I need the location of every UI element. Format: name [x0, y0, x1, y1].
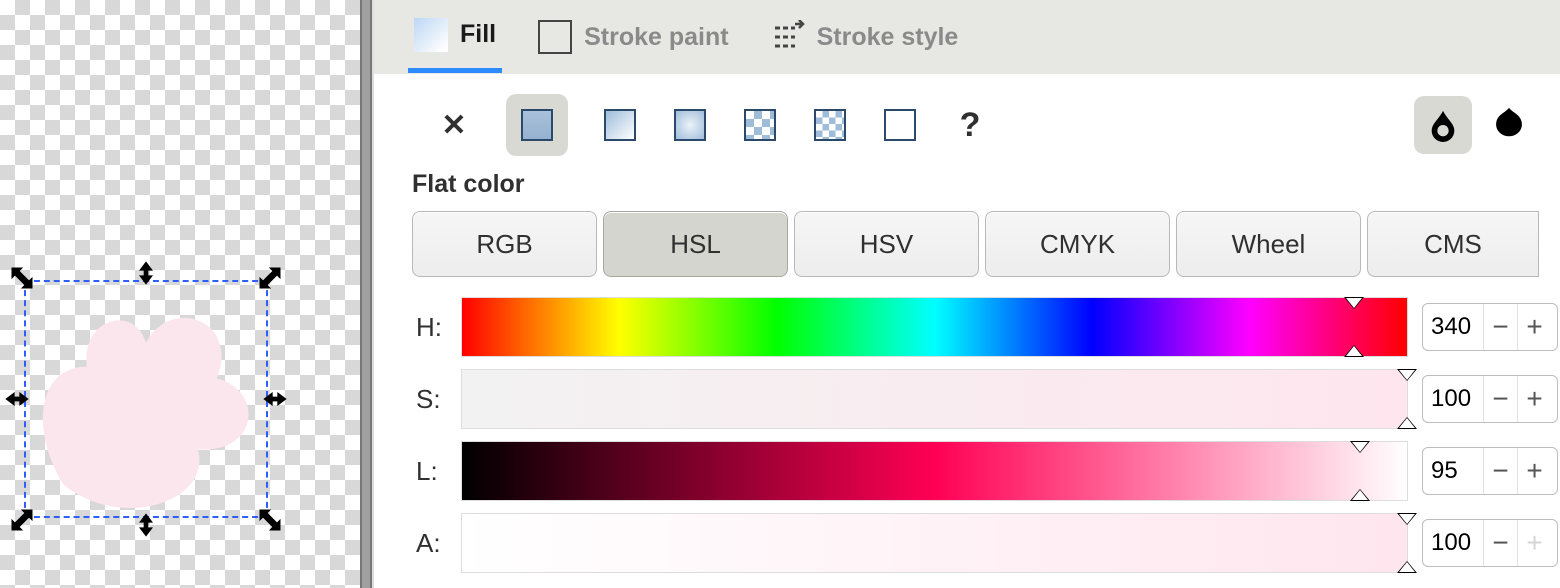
- hue-label: H:: [406, 312, 461, 343]
- color-mode-cms[interactable]: CMS: [1367, 211, 1539, 277]
- fill-icon: [414, 18, 448, 52]
- lightness-slider[interactable]: [461, 441, 1408, 501]
- stroke-paint-icon: [538, 20, 572, 54]
- hue-slider[interactable]: [461, 297, 1408, 357]
- saturation-spinbox[interactable]: − +: [1422, 375, 1558, 423]
- pattern-icon: [744, 109, 776, 141]
- saturation-decrement[interactable]: −: [1483, 376, 1517, 422]
- alpha-spinbox[interactable]: − +: [1422, 519, 1558, 567]
- radial-gradient-icon: [674, 109, 706, 141]
- resize-handle-w[interactable]: [3, 385, 31, 413]
- lightness-spinbox[interactable]: − +: [1422, 447, 1558, 495]
- linear-gradient-icon: [604, 109, 636, 141]
- saturation-increment[interactable]: +: [1517, 376, 1551, 422]
- paint-flat-button[interactable]: [506, 94, 568, 156]
- stroke-style-icon: [771, 20, 805, 54]
- lightness-decrement[interactable]: −: [1483, 448, 1517, 494]
- saturation-slider[interactable]: [461, 369, 1408, 429]
- paint-swatch-button[interactable]: [882, 107, 918, 143]
- alpha-input[interactable]: [1423, 520, 1483, 566]
- paint-pattern-button[interactable]: [742, 107, 778, 143]
- x-icon: ✕: [441, 108, 466, 143]
- paint-unknown-button[interactable]: ?: [952, 107, 988, 143]
- drop-solid-icon: [1490, 103, 1528, 141]
- tab-fill-label: Fill: [460, 20, 496, 49]
- fill-stroke-panel: Fill Stroke paint Stroke style ✕: [372, 0, 1560, 588]
- hue-thumb[interactable]: [1344, 297, 1364, 309]
- canvas-area[interactable]: [0, 0, 372, 588]
- hue-decrement[interactable]: −: [1483, 304, 1517, 350]
- hue-input[interactable]: [1423, 304, 1483, 350]
- drop-hole-icon: [1426, 108, 1460, 142]
- hue-spinbox[interactable]: − +: [1422, 303, 1558, 351]
- tab-fill[interactable]: Fill: [408, 1, 502, 73]
- tab-stroke-paint-label: Stroke paint: [584, 23, 728, 52]
- fill-toggle[interactable]: [1490, 103, 1528, 148]
- lightness-label: L:: [406, 456, 461, 487]
- panel-tabs: Fill Stroke paint Stroke style: [374, 0, 1560, 74]
- hole-toggle[interactable]: [1414, 96, 1472, 154]
- canvas-scrollbar[interactable]: [360, 0, 372, 588]
- flat-color-icon: [521, 109, 553, 141]
- alpha-label: A:: [406, 528, 461, 559]
- mesh-icon: [814, 109, 846, 141]
- lightness-input[interactable]: [1423, 448, 1483, 494]
- color-mode-hsv[interactable]: HSV: [794, 211, 979, 277]
- color-mode-wheel[interactable]: Wheel: [1176, 211, 1361, 277]
- lightness-increment[interactable]: +: [1517, 448, 1551, 494]
- hue-increment[interactable]: +: [1517, 304, 1551, 350]
- saturation-input[interactable]: [1423, 376, 1483, 422]
- alpha-decrement[interactable]: −: [1483, 520, 1517, 566]
- paint-none-button[interactable]: ✕: [436, 107, 472, 143]
- selected-shape[interactable]: [28, 284, 264, 520]
- tab-stroke-paint[interactable]: Stroke paint: [532, 1, 734, 73]
- tab-stroke-style-label: Stroke style: [817, 23, 959, 52]
- resize-handle-n[interactable]: [132, 259, 160, 287]
- swatch-icon: [884, 109, 916, 141]
- paint-type-label: Flat color: [406, 166, 1560, 211]
- paint-linear-gradient-button[interactable]: [602, 107, 638, 143]
- color-mode-rgb[interactable]: RGB: [412, 211, 597, 277]
- color-mode-hsl[interactable]: HSL: [603, 211, 788, 277]
- saturation-label: S:: [406, 384, 461, 415]
- resize-handle-e[interactable]: [261, 385, 289, 413]
- paint-mesh-button[interactable]: [812, 107, 848, 143]
- color-mode-cmyk[interactable]: CMYK: [985, 211, 1170, 277]
- paint-radial-gradient-button[interactable]: [672, 107, 708, 143]
- tab-stroke-style[interactable]: Stroke style: [765, 1, 965, 73]
- alpha-increment[interactable]: +: [1517, 520, 1551, 566]
- question-icon: ?: [960, 106, 981, 145]
- color-mode-tabs: RGB HSL HSV CMYK Wheel CMS: [406, 211, 1560, 277]
- alpha-slider[interactable]: [461, 513, 1408, 573]
